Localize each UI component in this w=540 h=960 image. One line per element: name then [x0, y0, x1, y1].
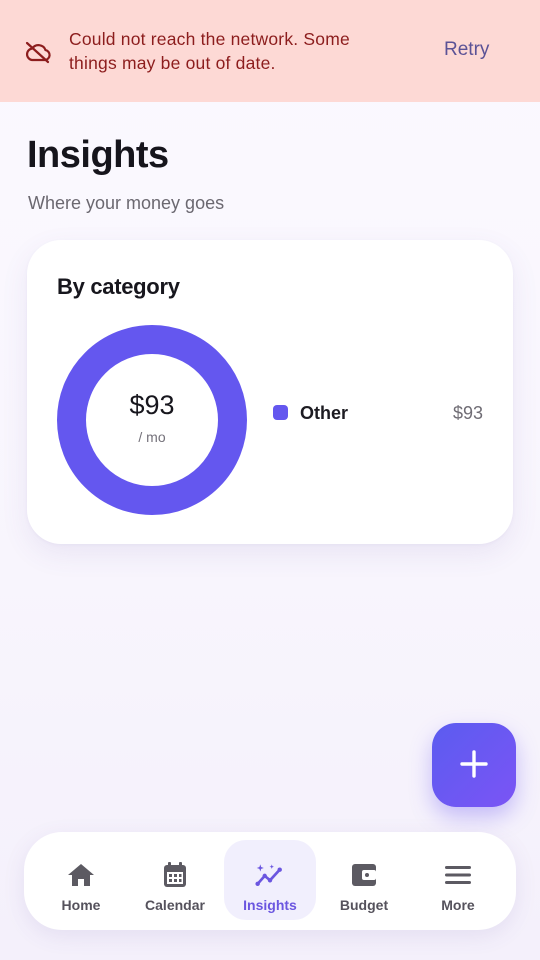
banner-message: Could not reach the network. Some things…: [69, 29, 350, 73]
donut-center: $93 / mo: [57, 325, 247, 515]
nav-more[interactable]: More: [412, 840, 504, 920]
legend-amount: $93: [452, 403, 483, 423]
nav-insights[interactable]: Insights: [224, 840, 316, 920]
donut-total: $93: [129, 389, 175, 420]
calendar-icon: [160, 860, 190, 890]
home-icon: [66, 860, 96, 890]
nav-home-label: Home: [61, 897, 101, 913]
nav-calendar-label: Calendar: [145, 897, 205, 913]
nav-home[interactable]: Home: [35, 840, 127, 920]
nav-budget-label: Budget: [339, 897, 389, 913]
wallet-icon: [349, 860, 379, 890]
category-card: By category $93 / mo Other $93: [27, 240, 513, 544]
retry-button[interactable]: Retry: [444, 39, 489, 61]
nav-budget[interactable]: Budget: [318, 840, 410, 920]
legend-color-swatch: [273, 405, 288, 420]
menu-icon: [443, 860, 473, 890]
plus-icon: [459, 749, 489, 782]
cloud-off-icon: [24, 40, 52, 64]
page-title: Insights: [27, 134, 169, 176]
nav-calendar[interactable]: Calendar: [129, 840, 221, 920]
legend-label: Other: [300, 403, 349, 423]
nav-more-label: More: [441, 897, 475, 913]
add-button[interactable]: [432, 723, 516, 807]
nav-insights-label: Insights: [243, 897, 297, 913]
card-title: By category: [57, 274, 180, 299]
insights-sparkle-icon: [255, 860, 285, 890]
bottom-nav: Home Calendar Insights Budget More: [24, 832, 516, 930]
donut-period: / mo: [138, 428, 166, 445]
offline-banner: Could not reach the network. Some things…: [0, 0, 540, 102]
page-subtitle: Where your money goes: [28, 193, 225, 213]
